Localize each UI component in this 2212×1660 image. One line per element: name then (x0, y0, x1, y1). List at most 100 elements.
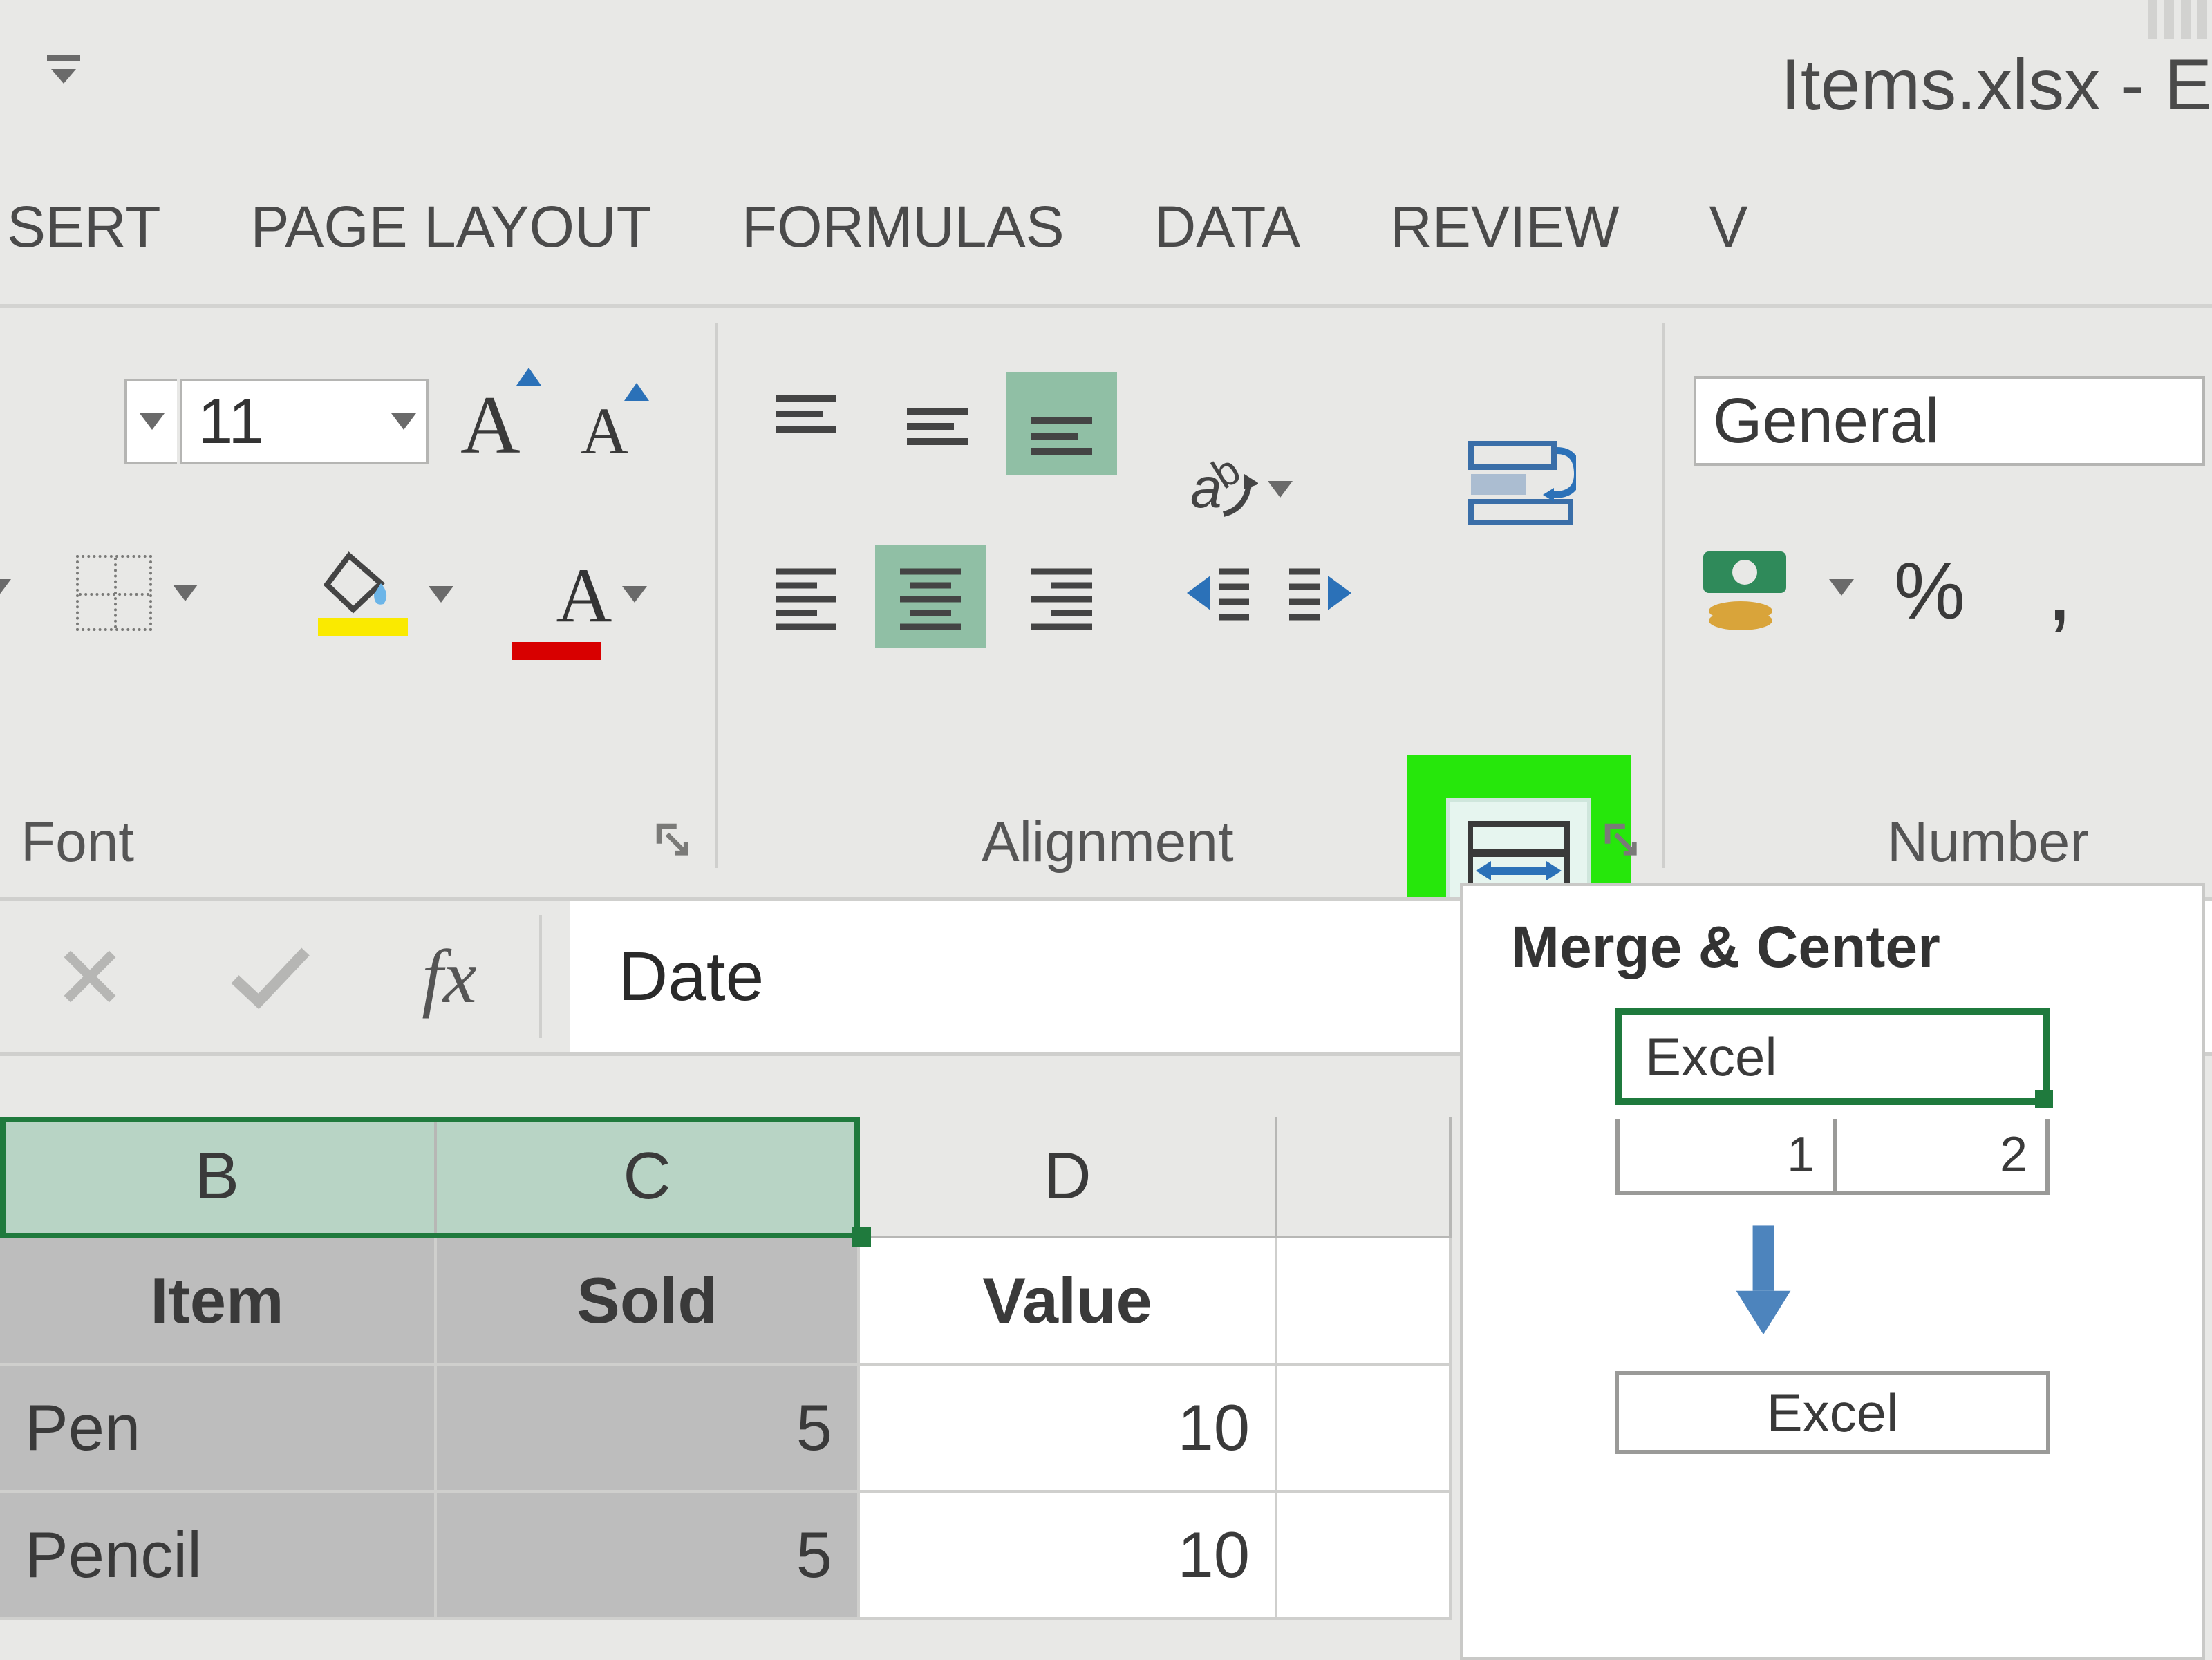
column-header-c[interactable]: C (437, 1117, 860, 1238)
cell[interactable]: Pen (0, 1366, 437, 1493)
align-right-button[interactable] (1006, 545, 1117, 648)
align-middle-button[interactable] (882, 372, 993, 475)
chevron-down-icon (140, 413, 165, 430)
qat-customize-button[interactable] (43, 55, 84, 83)
tab-review[interactable]: REVIEW (1383, 187, 1626, 267)
group-divider (715, 323, 718, 868)
align-top-button[interactable] (751, 372, 861, 475)
formula-cancel-button[interactable] (0, 901, 180, 1052)
align-left-button[interactable] (751, 545, 861, 648)
cell[interactable]: 10 (860, 1493, 1277, 1620)
check-icon (228, 942, 311, 1011)
title-bar: Items.xlsx - E (0, 0, 2212, 159)
cell-blank[interactable] (1277, 1493, 1452, 1620)
tab-data[interactable]: DATA (1147, 187, 1308, 267)
align-center-icon (896, 562, 965, 631)
merge-center-tooltip: Merge & Center Excel 1 2 Excel (1460, 883, 2205, 1660)
down-arrow-icon (1722, 1216, 1805, 1350)
selection-handle[interactable] (852, 1227, 871, 1247)
x-icon (57, 943, 123, 1010)
formula-bar-divider (539, 915, 542, 1038)
font-color-button[interactable]: A (512, 551, 657, 634)
cell[interactable]: 5 (437, 1493, 860, 1620)
chevron-down-icon (391, 413, 416, 430)
comma-style-button[interactable]: , (2046, 531, 2073, 643)
insert-function-button[interactable]: fx (359, 901, 539, 1052)
wrap-text-button[interactable] (1465, 438, 1590, 535)
tooltip-sample-text: Excel (1645, 1026, 1777, 1088)
ribbon-tabs: SERT PAGE LAYOUT FORMULAS DATA REVIEW V (0, 187, 1755, 267)
align-bottom-icon (1027, 389, 1096, 458)
font-dropdown-caret[interactable] (0, 579, 11, 599)
cell-blank[interactable] (1277, 1238, 1452, 1366)
decrease-indent-icon (1155, 555, 1252, 631)
borders-icon (76, 555, 152, 631)
currency-icon (1698, 545, 1815, 634)
fill-color-button[interactable] (318, 551, 463, 634)
cell-blank[interactable] (1277, 1366, 1452, 1493)
decrease-indent-button[interactable] (1145, 545, 1262, 641)
align-middle-icon (903, 389, 972, 458)
increase-font-size-button[interactable]: A (460, 377, 521, 473)
table-row: Item Sold Value (0, 1238, 1452, 1366)
font-size-value: 11 (198, 386, 264, 458)
increase-indent-icon (1286, 555, 1383, 631)
cell[interactable]: 5 (437, 1366, 860, 1493)
wrap-text-icon (1465, 438, 1576, 528)
tooltip-sample-merged: Excel (1615, 1008, 2050, 1105)
chevron-down-icon (173, 585, 198, 601)
percent-style-button[interactable]: % (1894, 545, 1965, 637)
column-header-d[interactable]: D (860, 1117, 1277, 1238)
chevron-down-icon (622, 586, 647, 603)
window-caret-decor (2147, 0, 2208, 39)
font-size-input[interactable]: 11 (180, 379, 429, 464)
chevron-down-icon (429, 586, 453, 603)
paint-bucket-icon (318, 551, 394, 614)
ribbon-separator (0, 304, 2212, 308)
selection-handle-icon (2035, 1090, 2053, 1108)
align-top-icon (771, 389, 841, 458)
cell[interactable]: Pencil (0, 1493, 437, 1620)
align-center-button[interactable] (875, 545, 986, 648)
tab-insert[interactable]: SERT (0, 187, 168, 267)
orientation-button[interactable]: a b (1175, 441, 1320, 538)
table-row: Pencil 5 10 (0, 1493, 1452, 1620)
cell-item-header[interactable]: Item (0, 1238, 437, 1366)
column-header-e[interactable] (1277, 1117, 1452, 1238)
group-divider (1662, 323, 1665, 868)
decrease-font-size-button[interactable]: A (581, 393, 628, 469)
cell-value-header[interactable]: Value (860, 1238, 1277, 1366)
chevron-down-icon (1829, 579, 1854, 596)
tooltip-cell-2: 2 (1833, 1119, 2050, 1195)
tooltip-title: Merge & Center (1511, 914, 2154, 981)
cell[interactable]: 10 (860, 1366, 1277, 1493)
alignment-dialog-launcher[interactable] (1600, 818, 1640, 858)
font-group-label: Font (21, 810, 134, 875)
number-group-label: Number (1887, 810, 2089, 875)
formula-enter-button[interactable] (180, 901, 359, 1052)
fill-color-swatch (318, 618, 408, 636)
tab-view[interactable]: V (1703, 187, 1755, 267)
font-color-swatch (512, 642, 601, 660)
column-header-b[interactable]: B (0, 1117, 437, 1238)
tooltip-result-cell: Excel (1615, 1371, 2050, 1454)
accounting-format-button[interactable] (1698, 545, 1815, 638)
window-title: Items.xlsx - E (1781, 44, 2212, 126)
number-format-dropdown[interactable]: General (1694, 376, 2205, 466)
tab-page-layout[interactable]: PAGE LAYOUT (244, 187, 659, 267)
chevron-down-icon (1268, 481, 1293, 498)
data-rows: Item Sold Value Pen 5 10 Pencil 5 10 (0, 1238, 1452, 1620)
align-right-icon (1027, 562, 1096, 631)
alignment-group-label: Alignment (982, 810, 1234, 875)
font-name-dropdown[interactable] (124, 379, 177, 464)
align-bottom-button[interactable] (1006, 372, 1117, 475)
borders-button[interactable] (76, 551, 207, 634)
increase-indent-button[interactable] (1276, 545, 1394, 641)
font-dialog-launcher[interactable] (651, 818, 691, 858)
align-left-icon (771, 562, 841, 631)
number-format-value: General (1713, 385, 1939, 458)
column-headers: B C D (0, 1117, 1452, 1238)
worksheet-grid[interactable]: B C D Item Sold Value Pen 5 10 Pencil 5 … (0, 1117, 1452, 1620)
cell-sold-header[interactable]: Sold (437, 1238, 860, 1366)
tab-formulas[interactable]: FORMULAS (735, 187, 1071, 267)
